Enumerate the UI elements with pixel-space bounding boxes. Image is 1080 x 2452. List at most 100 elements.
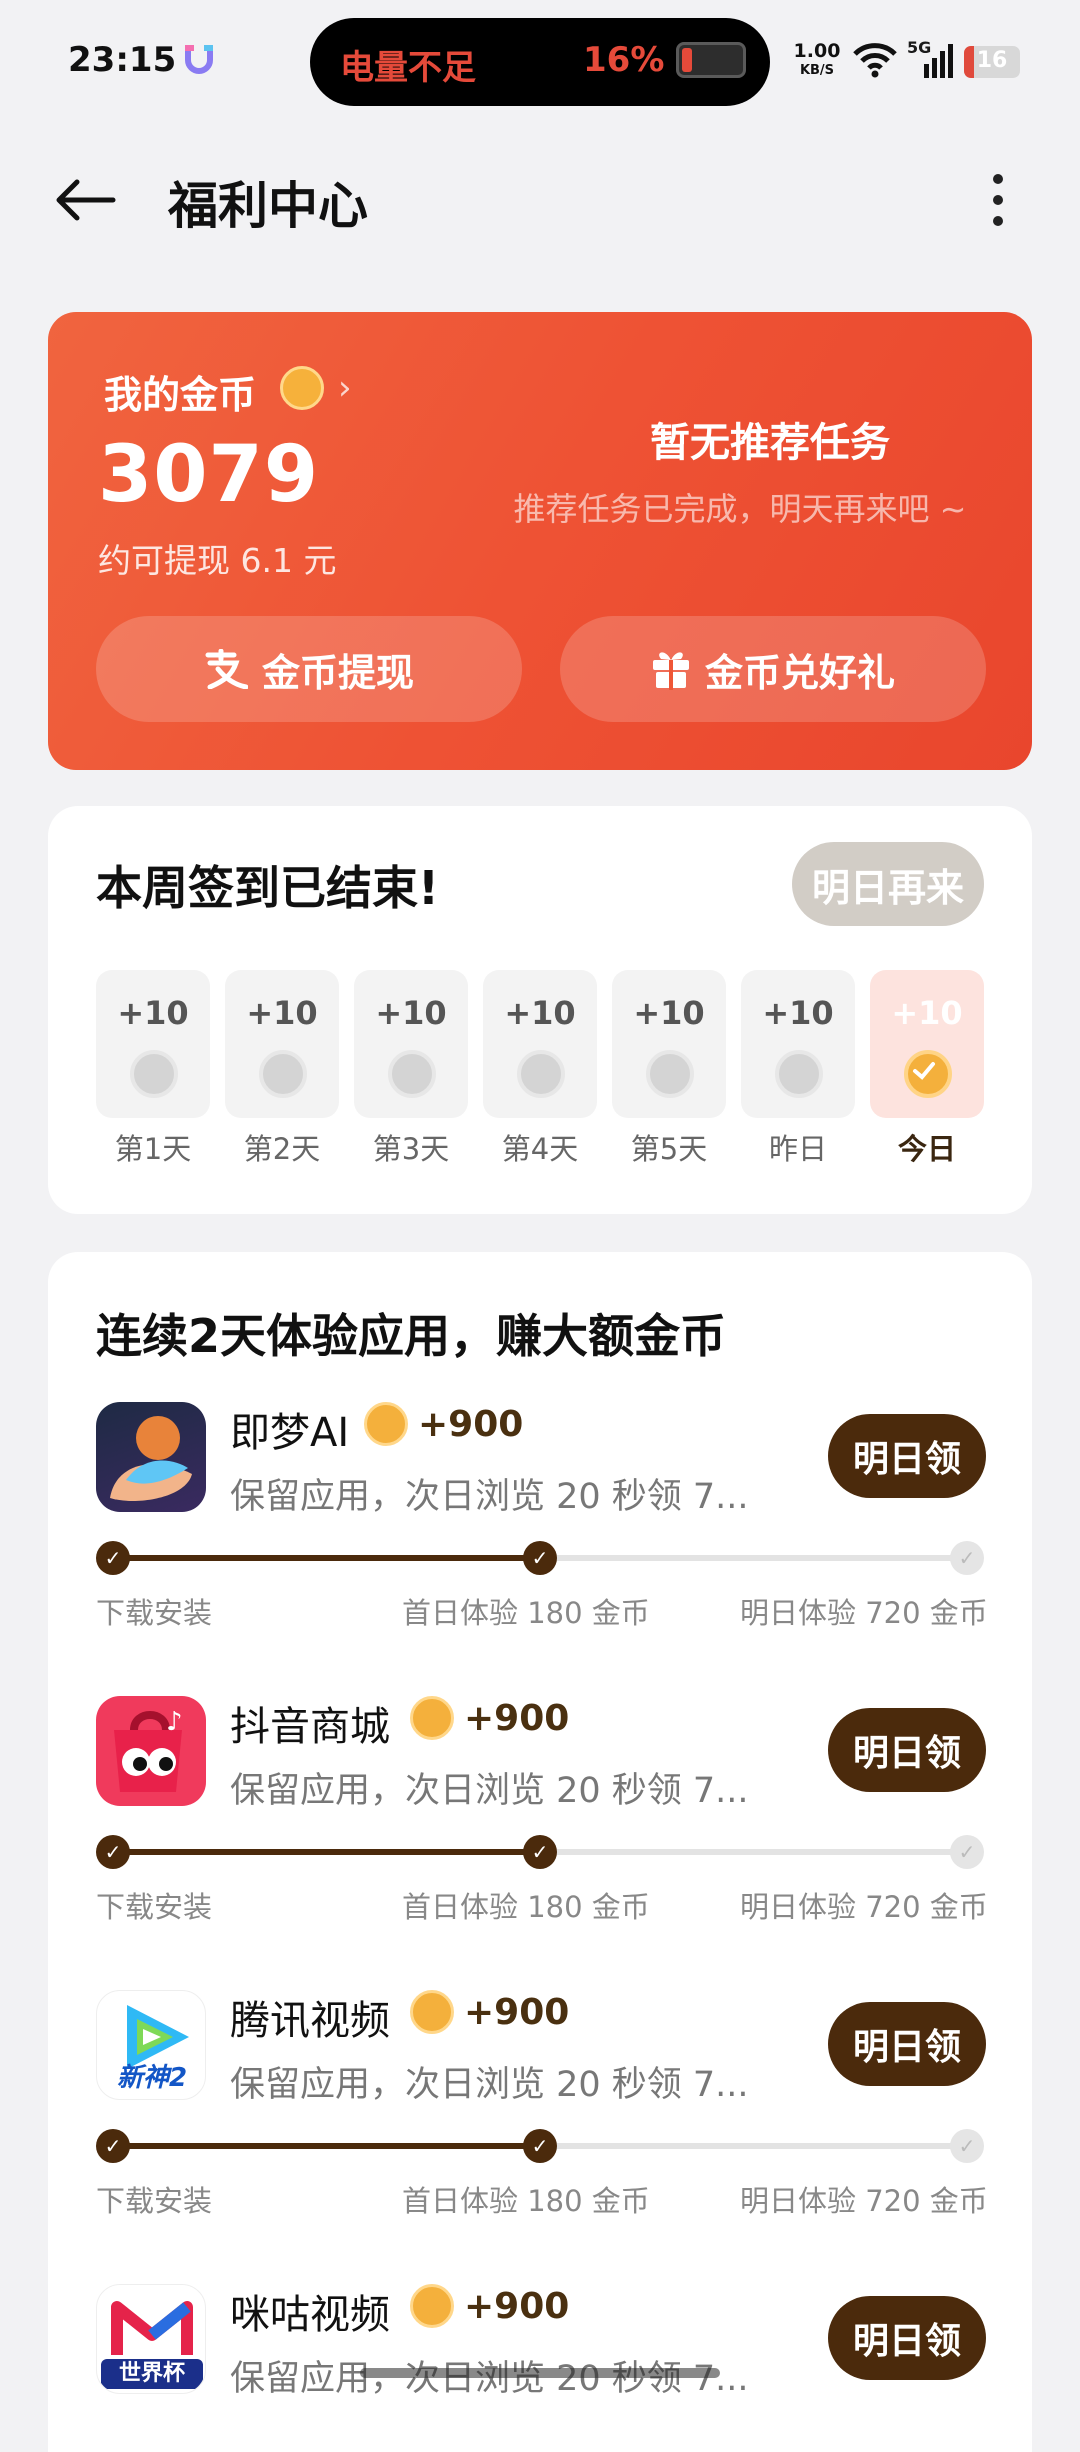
net-speed: 1.00 KB/S [792, 42, 842, 80]
withdraw-button[interactable]: 金币提现 [96, 616, 522, 722]
withdraw-label: 金币提现 [261, 650, 414, 695]
day-label: 第4天 [501, 1132, 579, 1166]
progress-done [112, 2143, 540, 2149]
claim-tomorrow-button[interactable]: 明日领 [828, 2296, 986, 2380]
back-arrow-icon [56, 179, 116, 221]
more-options-button[interactable] [968, 158, 1028, 242]
step-done-icon: ✓ [523, 1541, 557, 1575]
coin-icon [280, 366, 324, 410]
progress-todo [540, 2143, 966, 2149]
step-done-icon: ✓ [96, 1541, 130, 1575]
day-label: 第5天 [630, 1132, 708, 1166]
status-time: 23:15 [68, 40, 177, 80]
day-label: 第3天 [372, 1132, 450, 1166]
coin-icon [130, 1050, 178, 1098]
app-description: 保留应用，次日浏览 20 秒领 7... [230, 1771, 749, 1811]
step-todo-icon: ✓ [950, 1541, 984, 1575]
app-description: 保留应用，次日浏览 20 秒领 7... [230, 2065, 749, 2105]
day-label-today: 今日 [897, 1132, 956, 1166]
bonus-amount: +900 [464, 1992, 570, 2033]
bonus-amount: +900 [464, 2286, 570, 2327]
dot-icon [993, 195, 1003, 205]
page-title: 福利中心 [168, 177, 368, 235]
coin-amount: 3079 [98, 430, 320, 520]
cash-estimate: 约可提现 6.1 元 [98, 541, 337, 580]
jimeng-ai-app-icon [96, 1402, 206, 1512]
battery-icon: 16 [964, 46, 1020, 78]
checkin-day: +10 [225, 970, 339, 1118]
app-description: 保留应用，次日浏览 20 秒领 7... [230, 1477, 749, 1517]
coin-icon [388, 1050, 436, 1098]
coin-icon [646, 1050, 694, 1098]
coin-icon [364, 1402, 408, 1446]
checked-coin-icon [904, 1050, 952, 1098]
day-label: 第1天 [114, 1132, 192, 1166]
day-points: +10 [246, 994, 318, 1032]
step-label: 明日体验 720 金币 [740, 1890, 988, 1924]
day-label: 昨日 [768, 1132, 827, 1166]
tencent-video-app-icon: 新神2 [96, 1990, 206, 2100]
step-label: 明日体验 720 金币 [740, 1596, 988, 1630]
progress-todo [540, 1555, 966, 1561]
step-done-icon: ✓ [96, 1835, 130, 1869]
day-points: +10 [891, 994, 963, 1032]
checkin-day: +10 [483, 970, 597, 1118]
progress-todo [540, 1849, 966, 1855]
migu-video-app-icon: 世界杯 [96, 2284, 206, 2394]
coin-icon [410, 2284, 454, 2328]
coin-icon [259, 1050, 307, 1098]
step-label: 首日体验 180 金币 [402, 1890, 650, 1924]
bonus-amount: +900 [464, 1698, 570, 1739]
day-label: 第2天 [243, 1132, 321, 1166]
checkin-day: +10 [96, 970, 210, 1118]
gift-label: 金币兑好礼 [704, 650, 895, 695]
step-done-icon: ✓ [96, 2129, 130, 2163]
signal-icon [924, 44, 954, 82]
claim-tomorrow-button[interactable]: 明日领 [828, 1708, 986, 1792]
apps-section-title: 连续2天体验应用，赚大额金币 [96, 1309, 727, 1363]
step-label: 明日体验 720 金币 [740, 2184, 988, 2218]
day-points: +10 [375, 994, 447, 1032]
net-speed-unit: KB/S [799, 63, 835, 78]
no-task-subtitle: 推荐任务已完成，明天再来吧 ~ [513, 490, 967, 528]
gift-exchange-button[interactable]: 金币兑好礼 [560, 616, 986, 722]
douyin-mall-app-icon: ♪ [96, 1696, 206, 1806]
wifi-icon [853, 42, 897, 82]
step-label: 首日体验 180 金币 [402, 2184, 650, 2218]
magnet-app-icon [182, 42, 216, 78]
coin-icon [410, 1696, 454, 1740]
home-indicator[interactable] [360, 2368, 720, 2378]
claim-tomorrow-button[interactable]: 明日领 [828, 1414, 986, 1498]
step-label: 下载安装 [96, 2184, 213, 2218]
progress-done [112, 1849, 540, 1855]
app-name: 抖音商城 [230, 1704, 390, 1750]
coin-icon [410, 1990, 454, 2034]
day-points: +10 [762, 994, 834, 1032]
step-todo-icon: ✓ [950, 2129, 984, 2163]
checkin-day: +10 [741, 970, 855, 1118]
low-battery-icon [676, 42, 746, 78]
come-back-tomorrow-button[interactable]: 明日再来 [792, 842, 984, 926]
checkin-title: 本周签到已结束! [96, 861, 439, 915]
dot-icon [993, 216, 1003, 226]
no-task-title: 暂无推荐任务 [650, 420, 890, 466]
day-points: +10 [633, 994, 705, 1032]
app-icon-badge: 新神2 [116, 2063, 188, 2093]
step-todo-icon: ✓ [950, 1835, 984, 1869]
coin-icon [775, 1050, 823, 1098]
app-icon-badge: 世界杯 [101, 2359, 203, 2389]
claim-tomorrow-button[interactable]: 明日领 [828, 2002, 986, 2086]
step-done-icon: ✓ [523, 2129, 557, 2163]
day-points: +10 [504, 994, 576, 1032]
battery-level: 16 [976, 48, 1008, 73]
back-button[interactable] [40, 160, 130, 240]
dot-icon [993, 174, 1003, 184]
checkin-day: +10 [612, 970, 726, 1118]
coin-icon [517, 1050, 565, 1098]
bonus-amount: +900 [418, 1404, 524, 1445]
my-coins-label[interactable]: 我的金币 [104, 364, 256, 419]
checkin-day-today: +10 [870, 970, 984, 1118]
chevron-right-icon[interactable]: › [338, 368, 352, 408]
low-battery-text: 电量不足 [340, 48, 476, 88]
svg-text:♪: ♪ [166, 1707, 183, 1737]
